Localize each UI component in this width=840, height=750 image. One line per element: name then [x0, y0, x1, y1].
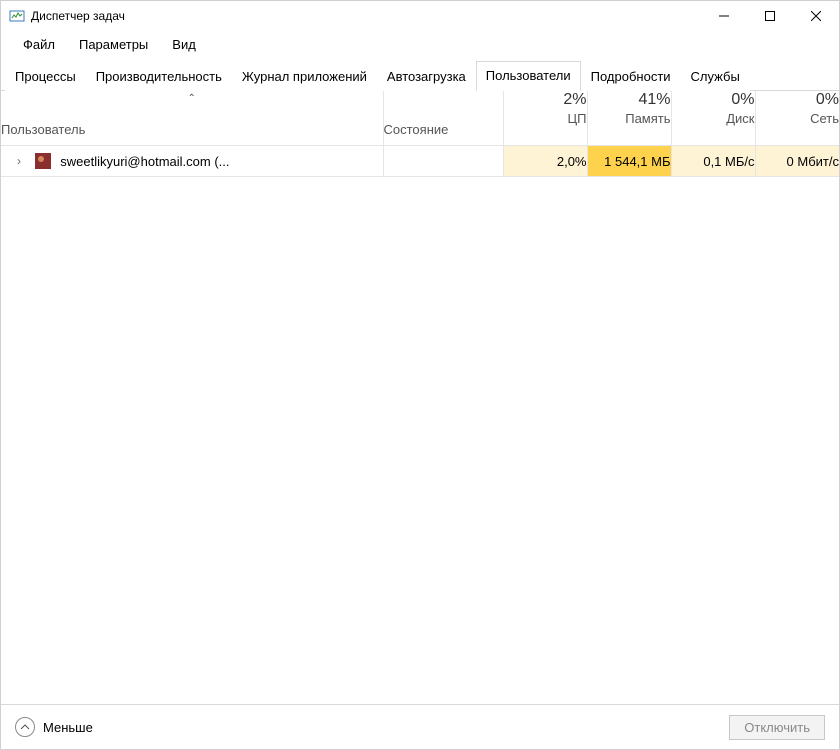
maximize-button[interactable] [747, 1, 793, 31]
col-memory-pct: 41% [588, 91, 671, 109]
col-disk-label: Диск [672, 111, 755, 126]
app-icon [9, 8, 25, 24]
col-user-label: Пользователь [1, 122, 85, 137]
cell-disk: 0,1 МБ/с [671, 146, 755, 177]
chevron-up-icon [15, 717, 35, 737]
tab-details[interactable]: Подробности [581, 62, 681, 91]
table-row[interactable]: › sweetlikyuri@hotmail.com (... 2,0% 1 5… [1, 146, 839, 177]
col-cpu[interactable]: 2% ЦП [503, 91, 587, 146]
titlebar: Диспетчер задач [1, 1, 839, 31]
user-name: sweetlikyuri@hotmail.com (... [60, 154, 229, 169]
window-buttons [701, 1, 839, 31]
tab-services[interactable]: Службы [681, 62, 750, 91]
tab-startup[interactable]: Автозагрузка [377, 62, 476, 91]
col-network-pct: 0% [756, 91, 840, 109]
col-disk[interactable]: 0% Диск [671, 91, 755, 146]
sort-indicator-icon: ⌃ [188, 93, 196, 104]
tabstrip: Процессы Производительность Журнал прило… [1, 60, 839, 91]
col-memory[interactable]: 41% Память [587, 91, 671, 146]
window-title: Диспетчер задач [31, 9, 701, 23]
tab-performance[interactable]: Производительность [86, 62, 232, 91]
cell-cpu: 2,0% [503, 146, 587, 177]
table-header-row: ⌃ Пользователь Состояние 2% ЦП 41% Памят… [1, 91, 839, 146]
disconnect-button[interactable]: Отключить [729, 715, 825, 740]
col-cpu-label: ЦП [504, 111, 587, 126]
menu-file[interactable]: Файл [13, 35, 65, 54]
col-memory-label: Память [588, 111, 671, 126]
cell-status [383, 146, 503, 177]
menubar: Файл Параметры Вид [1, 31, 839, 60]
user-avatar-icon [35, 153, 51, 169]
cell-memory: 1 544,1 МБ [587, 146, 671, 177]
footer: Меньше Отключить [1, 704, 839, 749]
menu-view[interactable]: Вид [162, 35, 206, 54]
expand-icon[interactable]: › [13, 154, 25, 168]
tab-users[interactable]: Пользователи [476, 61, 581, 91]
cell-network: 0 Мбит/с [755, 146, 839, 177]
task-manager-window: Диспетчер задач Файл Параметры Вид Проце… [0, 0, 840, 750]
col-status[interactable]: Состояние [383, 91, 503, 146]
col-status-label: Состояние [384, 122, 449, 137]
col-network[interactable]: 0% Сеть [755, 91, 839, 146]
col-disk-pct: 0% [672, 91, 755, 109]
menu-options[interactable]: Параметры [69, 35, 158, 54]
fewer-details-toggle[interactable]: Меньше [15, 717, 729, 737]
tab-processes[interactable]: Процессы [5, 62, 86, 91]
users-table: ⌃ Пользователь Состояние 2% ЦП 41% Памят… [1, 91, 839, 177]
close-button[interactable] [793, 1, 839, 31]
minimize-button[interactable] [701, 1, 747, 31]
cell-user[interactable]: › sweetlikyuri@hotmail.com (... [1, 146, 383, 177]
content-area: ⌃ Пользователь Состояние 2% ЦП 41% Памят… [1, 91, 839, 704]
col-cpu-pct: 2% [504, 91, 587, 109]
fewer-details-label: Меньше [43, 720, 93, 735]
col-network-label: Сеть [756, 111, 840, 126]
col-user[interactable]: ⌃ Пользователь [1, 91, 383, 146]
tab-app-history[interactable]: Журнал приложений [232, 62, 377, 91]
